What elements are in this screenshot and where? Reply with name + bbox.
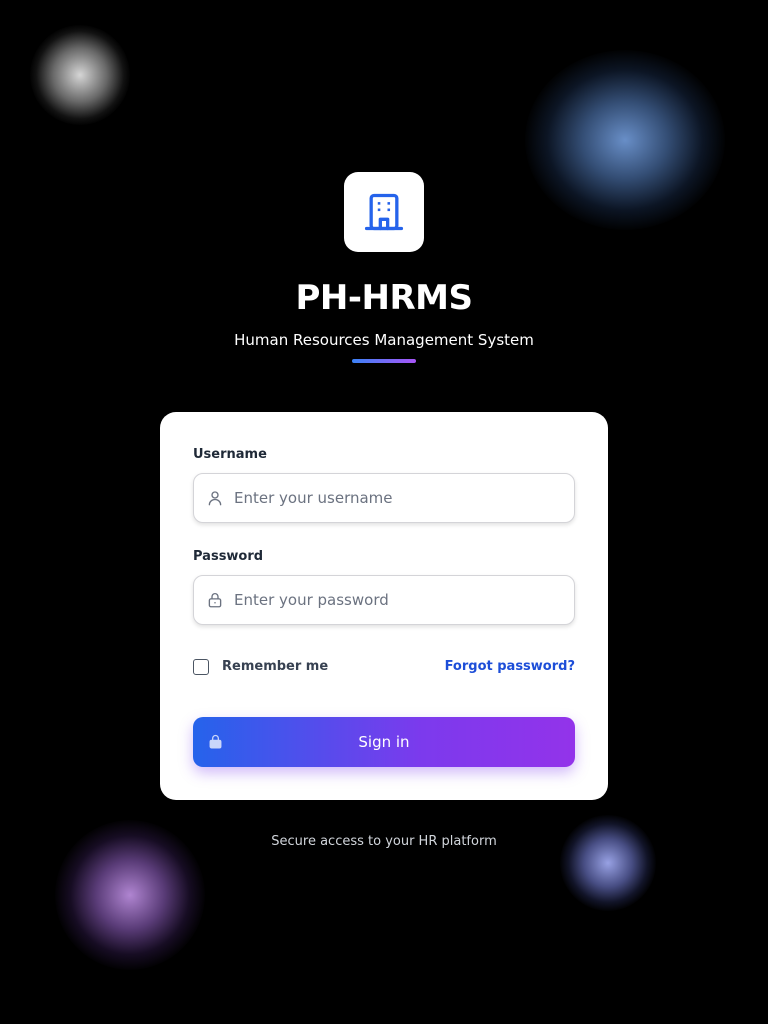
app-subtitle: Human Resources Management System [234, 331, 534, 349]
username-field[interactable] [193, 473, 575, 523]
username-input[interactable] [234, 474, 564, 522]
forgot-password-link[interactable]: Forgot password? [445, 658, 575, 676]
decorative-glow-periwinkle [560, 815, 656, 911]
login-page: PH-HRMS Human Resources Management Syste… [0, 0, 768, 1024]
remember-me-checkbox[interactable] [193, 659, 209, 675]
app-title: PH-HRMS [295, 278, 473, 318]
title-underline [352, 359, 416, 363]
lock-icon [208, 593, 222, 608]
password-field[interactable] [193, 575, 575, 625]
decorative-glow-white [30, 25, 130, 125]
password-input[interactable] [234, 576, 564, 624]
decorative-glow-blue [525, 50, 725, 230]
user-icon [208, 491, 222, 506]
username-label: Username [193, 447, 267, 462]
sign-in-button[interactable]: Sign in [193, 717, 575, 767]
password-label: Password [193, 549, 264, 564]
app-logo [344, 172, 424, 252]
sign-in-label: Sign in [358, 733, 410, 751]
remember-me-label[interactable]: Remember me [222, 658, 328, 676]
building-icon [364, 193, 404, 231]
footer-tagline: Secure access to your HR platform [271, 834, 497, 849]
login-card: Username Password Remember me Forgot pas… [160, 412, 608, 800]
remember-me-row[interactable]: Remember me [193, 658, 328, 676]
